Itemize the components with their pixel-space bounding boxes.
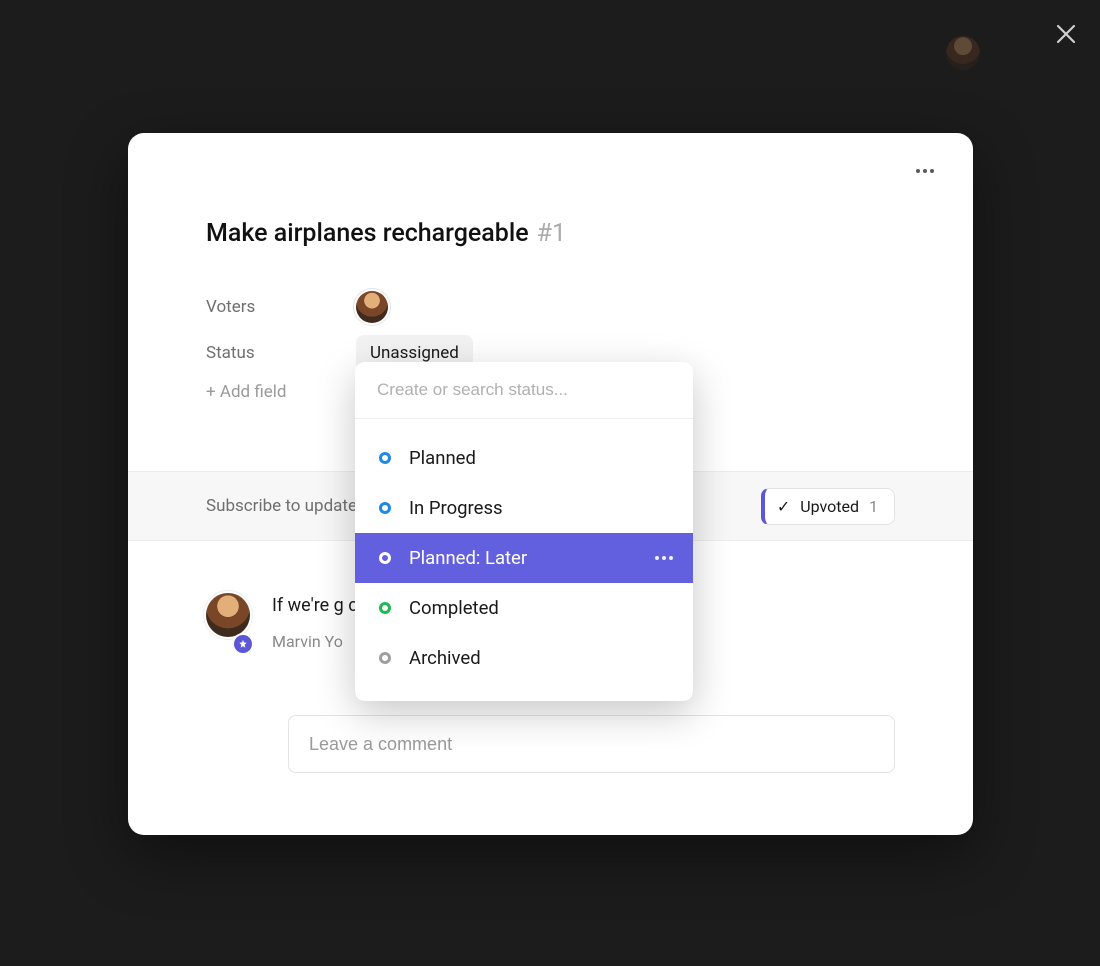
upvote-label: Upvoted [800, 497, 859, 516]
status-option-label: Planned [409, 447, 476, 469]
status-option-label: Planned: Later [409, 547, 527, 569]
item-title-row: Make airplanes rechargeable #1 [206, 219, 895, 248]
status-dropdown: Planned In Progress Planned: Later Compl… [355, 362, 693, 701]
status-option-planned[interactable]: Planned [355, 433, 693, 483]
upvote-button[interactable]: ✓ Upvoted 1 [761, 488, 895, 525]
voter-avatar[interactable] [356, 291, 388, 323]
modal-more-icon[interactable] [911, 157, 939, 185]
voters-field: Voters [206, 284, 895, 330]
status-option-in-progress[interactable]: In Progress [355, 483, 693, 533]
status-dot-icon [379, 502, 391, 514]
status-option-label: Completed [409, 597, 499, 619]
voters-label: Voters [206, 297, 356, 317]
status-dot-icon [379, 452, 391, 464]
status-option-completed[interactable]: Completed [355, 583, 693, 633]
status-option-label: In Progress [409, 497, 503, 519]
status-dot-icon [379, 652, 391, 664]
status-option-list: Planned In Progress Planned: Later Compl… [355, 419, 693, 701]
status-search-input[interactable] [377, 380, 671, 400]
comment-author-avatar[interactable] [206, 593, 250, 637]
status-dot-icon [379, 602, 391, 614]
close-icon[interactable] [1048, 16, 1084, 52]
status-option-archived[interactable]: Archived [355, 633, 693, 683]
comment-input-wrapper[interactable] [288, 715, 895, 773]
admin-badge-icon [234, 635, 252, 653]
item-title: Make airplanes rechargeable [206, 219, 529, 248]
status-dot-icon [379, 552, 391, 564]
comment-input[interactable] [309, 734, 874, 755]
status-option-planned-later[interactable]: Planned: Later [355, 533, 693, 583]
status-option-more-icon[interactable] [655, 556, 673, 560]
status-option-label: Archived [409, 647, 481, 669]
item-id: #1 [537, 219, 566, 248]
status-label: Status [206, 343, 356, 363]
upvote-count: 1 [869, 497, 878, 516]
check-icon: ✓ [777, 497, 790, 516]
subscribe-label[interactable]: Subscribe to updates [206, 496, 366, 516]
